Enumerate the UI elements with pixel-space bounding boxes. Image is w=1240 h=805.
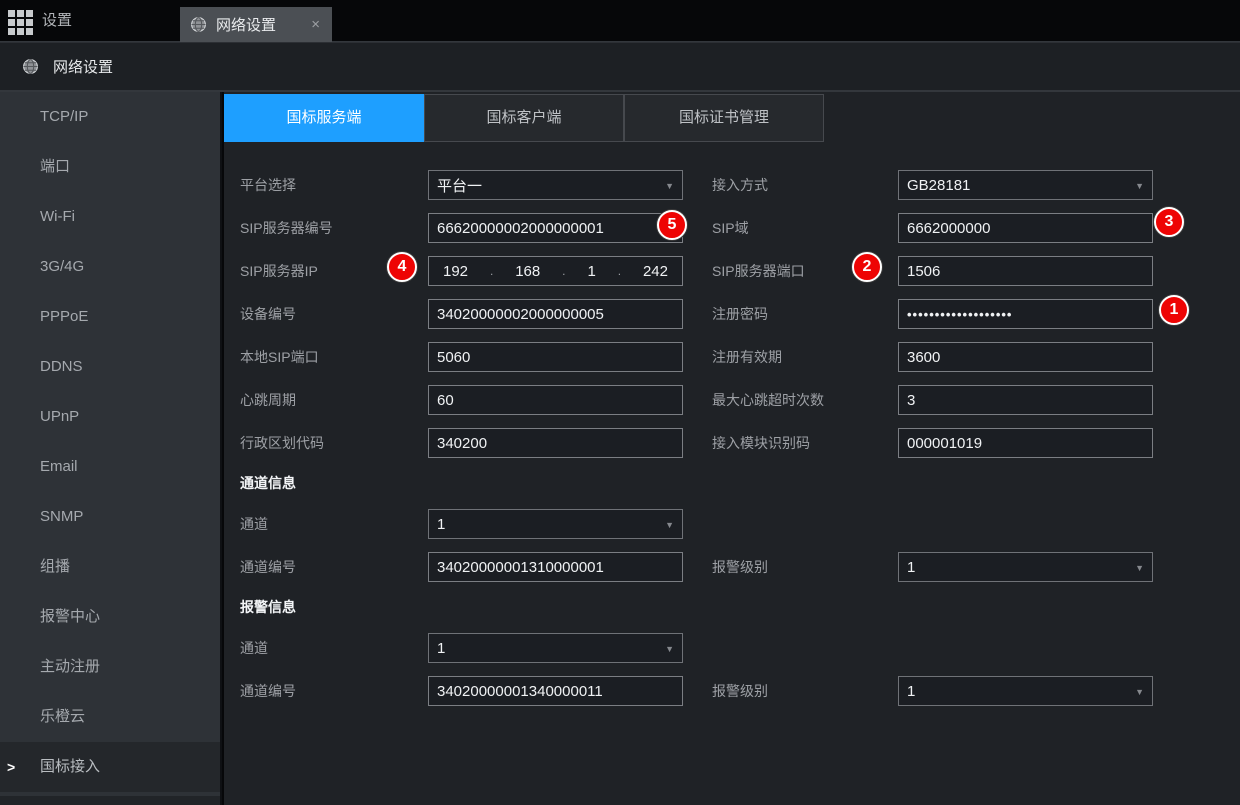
ip-dot: . bbox=[562, 264, 565, 278]
platform-label: 平台选择 bbox=[240, 175, 428, 195]
access-module-id-input[interactable] bbox=[898, 428, 1153, 458]
local-sip-port-label: 本地SIP端口 bbox=[240, 347, 428, 367]
sidebar-bottom-strip bbox=[0, 794, 220, 805]
globe-icon bbox=[190, 16, 207, 33]
region-code-input[interactable] bbox=[428, 428, 683, 458]
sidebar: TCP/IP 端口 Wi-Fi 3G/4G PPPoE DDNS UPnP Em… bbox=[0, 92, 222, 805]
chevron-down-icon: ▼ bbox=[665, 181, 674, 191]
tab-gb-server[interactable]: 国标服务端 bbox=[224, 94, 424, 142]
page-title: 网络设置 bbox=[53, 56, 113, 77]
chevron-down-icon: ▼ bbox=[665, 520, 674, 530]
sidebar-item-wifi[interactable]: Wi-Fi bbox=[0, 192, 220, 242]
channel-id-label: 通道编号 bbox=[240, 557, 428, 577]
channel-select[interactable]: 1 ▼ bbox=[428, 509, 683, 539]
sidebar-item-multicast[interactable]: 组播 bbox=[0, 542, 220, 592]
channel-value: 1 bbox=[437, 516, 445, 533]
sidebar-item-lechange[interactable]: 乐橙云 bbox=[0, 692, 220, 742]
sidebar-item-ddns[interactable]: DDNS bbox=[0, 342, 220, 392]
alarm-channel-value: 1 bbox=[437, 640, 445, 657]
alarm-channel-id-input[interactable] bbox=[428, 676, 683, 706]
ip-octet-3[interactable]: 1 bbox=[587, 263, 595, 280]
local-sip-port-input[interactable] bbox=[428, 342, 683, 372]
sidebar-item-3g4g[interactable]: 3G/4G bbox=[0, 242, 220, 292]
step-badge-2: 2 bbox=[852, 252, 882, 282]
device-id-label: 设备编号 bbox=[240, 304, 428, 324]
tab-gb-client[interactable]: 国标客户端 bbox=[424, 94, 624, 142]
settings-app-tab[interactable]: 设置 bbox=[42, 0, 72, 42]
sip-domain-input[interactable] bbox=[898, 213, 1153, 243]
channel-id-input[interactable] bbox=[428, 552, 683, 582]
page-header: 网络设置 bbox=[0, 42, 1240, 92]
access-module-id-label: 接入模块识别码 bbox=[712, 433, 898, 453]
gb-server-form: 平台选择 平台一 ▼ 接入方式 GB28181 ▼ SIP服务器编号 SIP域 … bbox=[224, 142, 1240, 706]
ip-octet-4[interactable]: 242 bbox=[643, 263, 668, 280]
chevron-down-icon: ▼ bbox=[665, 644, 674, 654]
close-icon[interactable]: × bbox=[309, 16, 322, 33]
access-mode-label: 接入方式 bbox=[712, 175, 898, 195]
alarm-level-select[interactable]: 1 ▼ bbox=[898, 552, 1153, 582]
heartbeat-period-input[interactable] bbox=[428, 385, 683, 415]
step-badge-1: 1 bbox=[1159, 295, 1189, 325]
chevron-down-icon: ▼ bbox=[1135, 687, 1144, 697]
ip-dot: . bbox=[618, 264, 621, 278]
globe-icon bbox=[22, 58, 39, 75]
register-password-input[interactable] bbox=[898, 299, 1153, 329]
alarm-level-label: 报警级别 bbox=[712, 557, 898, 577]
register-validity-label: 注册有效期 bbox=[712, 347, 898, 367]
platform-select[interactable]: 平台一 ▼ bbox=[428, 170, 683, 200]
access-mode-select[interactable]: GB28181 ▼ bbox=[898, 170, 1153, 200]
max-heartbeat-timeout-input[interactable] bbox=[898, 385, 1153, 415]
platform-value: 平台一 bbox=[437, 175, 482, 196]
screen: 设置 网络设置 × 网络设置 TCP/IP 端口 Wi-Fi 3G/4G PPP… bbox=[0, 0, 1240, 805]
sidebar-item-upnp[interactable]: UPnP bbox=[0, 392, 220, 442]
ip-octet-1[interactable]: 192 bbox=[443, 263, 468, 280]
sidebar-item-label: 国标接入 bbox=[40, 758, 100, 775]
sidebar-item-email[interactable]: Email bbox=[0, 442, 220, 492]
app-grid-icon[interactable] bbox=[8, 10, 33, 35]
tab-gb-cert-management[interactable]: 国标证书管理 bbox=[624, 94, 824, 142]
step-badge-5: 5 bbox=[657, 210, 687, 240]
chevron-down-icon: ▼ bbox=[1135, 563, 1144, 573]
alarm-channel-label: 通道 bbox=[240, 638, 428, 658]
alarm-channel-id-label: 通道编号 bbox=[240, 681, 428, 701]
alarm-level-label: 报警级别 bbox=[712, 681, 898, 701]
alarm-level-value: 1 bbox=[907, 683, 915, 700]
chevron-right-icon: > bbox=[7, 742, 15, 792]
channel-label: 通道 bbox=[240, 514, 428, 534]
chevron-down-icon: ▼ bbox=[1135, 181, 1144, 191]
gb-tabs: 国标服务端 国标客户端 国标证书管理 bbox=[224, 94, 1240, 142]
alarm-channel-select[interactable]: 1 ▼ bbox=[428, 633, 683, 663]
channel-info-section-title: 通道信息 bbox=[240, 473, 1240, 493]
top-window-bar: 设置 网络设置 × bbox=[0, 0, 1240, 42]
register-password-label: 注册密码 bbox=[712, 304, 898, 324]
window-tab-title: 网络设置 bbox=[216, 14, 309, 35]
sip-server-port-input[interactable] bbox=[898, 256, 1153, 286]
sip-server-id-label: SIP服务器编号 bbox=[240, 218, 428, 238]
sidebar-item-alarm-center[interactable]: 报警中心 bbox=[0, 592, 220, 642]
sidebar-item-auto-register[interactable]: 主动注册 bbox=[0, 642, 220, 692]
sip-domain-label: SIP域 bbox=[712, 218, 898, 238]
main-panel: 国标服务端 国标客户端 国标证书管理 平台选择 平台一 ▼ 接入方式 GB281… bbox=[224, 92, 1240, 805]
sidebar-item-tcpip[interactable]: TCP/IP bbox=[0, 92, 220, 142]
ip-octet-2[interactable]: 168 bbox=[515, 263, 540, 280]
alarm-level-value: 1 bbox=[907, 559, 915, 576]
region-code-label: 行政区划代码 bbox=[240, 433, 428, 453]
ip-dot: . bbox=[490, 264, 493, 278]
register-validity-input[interactable] bbox=[898, 342, 1153, 372]
sidebar-item-snmp[interactable]: SNMP bbox=[0, 492, 220, 542]
step-badge-3: 3 bbox=[1154, 207, 1184, 237]
step-badge-4: 4 bbox=[387, 252, 417, 282]
max-heartbeat-timeout-label: 最大心跳超时次数 bbox=[712, 390, 898, 410]
alarm-level-select[interactable]: 1 ▼ bbox=[898, 676, 1153, 706]
access-mode-value: GB28181 bbox=[907, 177, 970, 194]
sidebar-item-gb-access[interactable]: > 国标接入 bbox=[0, 742, 220, 792]
network-settings-window-tab[interactable]: 网络设置 × bbox=[180, 7, 332, 42]
sidebar-item-port[interactable]: 端口 bbox=[0, 142, 220, 192]
heartbeat-period-label: 心跳周期 bbox=[240, 390, 428, 410]
alarm-info-section-title: 报警信息 bbox=[240, 597, 1240, 617]
device-id-input[interactable] bbox=[428, 299, 683, 329]
sip-server-ip-input[interactable]: 192 . 168 . 1 . 242 bbox=[428, 256, 683, 286]
sidebar-item-pppoe[interactable]: PPPoE bbox=[0, 292, 220, 342]
sip-server-id-input[interactable] bbox=[428, 213, 683, 243]
